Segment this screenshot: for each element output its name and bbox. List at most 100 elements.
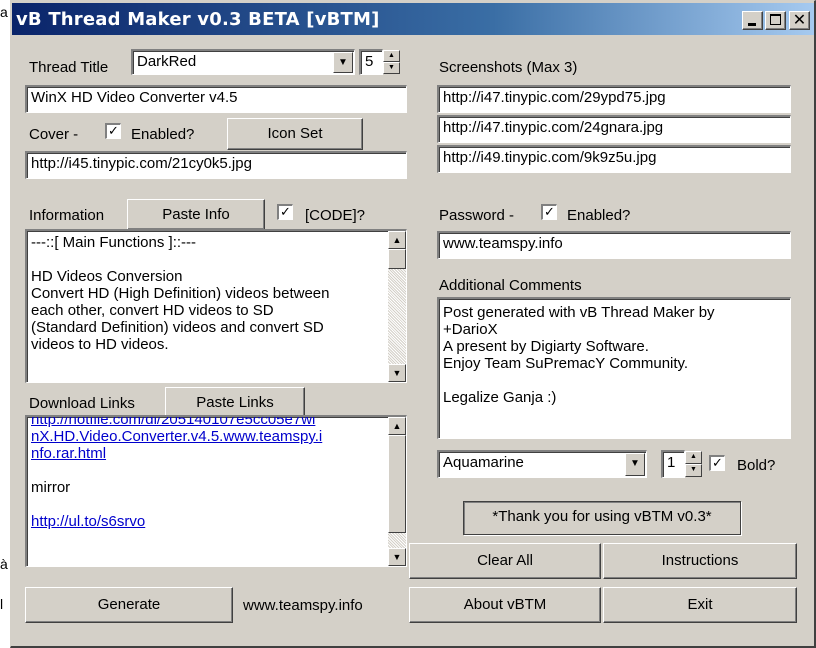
close-button[interactable]: ✕ [789,10,810,30]
checkmark-icon: ✓ [712,455,723,470]
cover-label: Cover - [29,126,79,143]
edge-text-middle: à [0,556,8,572]
edge-text-bottom: l [0,596,4,612]
cover-url-value: http://i45.tinypic.com/21cy0k5.jpg [31,155,252,172]
thread-title-label: Thread Title [29,59,109,76]
instructions-button[interactable]: Instructions [603,543,797,579]
information-textarea[interactable]: ---::[ Main Functions ]::--- HD Videos C… [25,229,407,383]
scroll-thumb[interactable] [388,249,406,269]
screenshot-url-value: http://i47.tinypic.com/29ypd75.jpg [443,89,666,106]
password-enabled-label: Enabled? [567,207,631,224]
bold-checkbox[interactable]: ✓ [709,455,725,471]
title-bar[interactable]: vB Thread Maker v0.3 BETA [vBTM] ✕ [12,3,814,35]
information-line: each other, convert HD videos to SD [31,302,274,319]
information-line: Convert HD (High Definition) videos betw… [31,285,330,302]
screenshot-url-input[interactable]: http://i47.tinypic.com/29ypd75.jpg [437,85,791,113]
information-label: Information [29,207,105,224]
scroll-down-icon[interactable]: ▼ [388,548,406,566]
close-icon: ✕ [792,10,807,29]
password-value: www.teamspy.info [443,235,563,252]
chevron-down-icon[interactable]: ▼ [625,453,645,476]
password-label: Password - [439,207,515,224]
password-input[interactable]: www.teamspy.info [437,231,791,259]
download-link-line[interactable]: nX.HD.Video.Converter.v4.5.www.teamspy.i [31,428,384,445]
screenshot-url-input[interactable]: http://i47.tinypic.com/24gnara.jpg [437,115,791,143]
comments-line: Enjoy Team SuPremacY Community. [443,355,689,372]
comments-line: A present by Digiarty Software. [443,338,649,355]
window-title: vB Thread Maker v0.3 BETA [vBTM] [16,9,380,30]
thanks-message: *Thank you for using vBTM v0.3* [463,501,741,535]
thread-color-value: DarkRed [137,53,197,70]
app-window: vB Thread Maker v0.3 BETA [vBTM] ✕ Threa… [10,0,816,648]
paste-links-button[interactable]: Paste Links [165,387,305,417]
download-link-line[interactable]: http://ul.to/s6srvo [31,513,384,530]
spin-down-icon[interactable]: ▼ [383,62,400,74]
download-line: mirror [31,479,71,496]
password-enabled-checkbox[interactable]: ✓ [541,204,557,220]
screenshots-label: Screenshots (Max 3) [439,59,578,76]
download-link-line[interactable]: http://hotfile.com/dl/205140107e5cc05e7w… [31,417,384,428]
style-size-field[interactable]: 1 [661,450,685,478]
download-links-label: Download Links [29,395,135,412]
minimize-icon [748,23,756,26]
comments-line: Legalize Ganja :) [443,389,557,406]
download-link-line[interactable]: nfo.rar.html [31,445,384,462]
maximize-icon [770,14,781,25]
information-scrollbar[interactable]: ▲ ▼ [388,231,406,382]
icon-set-button[interactable]: Icon Set [227,118,363,150]
download-line [31,496,384,513]
style-size-value: 1 [667,454,676,471]
checkmark-icon: ✓ [280,204,291,219]
style-size-spinner[interactable]: ▲ ▼ [685,451,702,477]
information-line: ---::[ Main Functions ]::--- [31,234,197,251]
clear-all-button[interactable]: Clear All [409,543,601,579]
download-scrollbar[interactable]: ▲ ▼ [388,417,406,566]
code-label: [CODE]? [305,207,366,224]
download-links-textarea[interactable]: http://hotfile.com/dl/205140107e5cc05e7w… [25,415,407,567]
thread-size-value: 5 [365,53,374,70]
comments-line: Post generated with vB Thread Maker by [443,304,715,321]
spin-down-icon[interactable]: ▼ [685,464,702,477]
thread-color-select[interactable]: DarkRed ▼ [131,49,355,75]
cover-enabled-label: Enabled? [131,126,195,143]
exit-button[interactable]: Exit [603,587,797,623]
checkmark-icon: ✓ [544,204,555,219]
screenshot-url-input[interactable]: http://i49.tinypic.com/9k9z5u.jpg [437,145,791,173]
screenshot-url-value: http://i47.tinypic.com/24gnara.jpg [443,119,664,136]
minimize-button[interactable] [742,11,763,30]
information-line [31,251,384,268]
generate-button[interactable]: Generate [25,587,233,623]
footer-site: www.teamspy.info [243,597,363,614]
thread-title-value: WinX HD Video Converter v4.5 [31,89,238,106]
thread-size-field[interactable]: 5 [359,49,383,75]
code-checkbox[interactable]: ✓ [277,204,293,220]
information-line: HD Videos Conversion [31,268,183,285]
information-line: videos to HD videos. [31,336,169,353]
bold-label: Bold? [737,457,776,474]
thread-size-spinner[interactable]: ▲ ▼ [383,50,400,74]
comments-label: Additional Comments [439,277,582,294]
cover-enabled-checkbox[interactable]: ✓ [105,123,121,139]
style-color-select[interactable]: Aquamarine ▼ [437,450,647,478]
style-color-value: Aquamarine [443,454,524,471]
edge-text-top: a [0,4,8,20]
checkmark-icon: ✓ [108,123,119,138]
scroll-up-icon[interactable]: ▲ [388,417,406,435]
cover-url-input[interactable]: http://i45.tinypic.com/21cy0k5.jpg [25,151,407,179]
comments-line: +DarioX [443,321,498,338]
maximize-button[interactable] [765,11,786,30]
scroll-thumb[interactable] [388,435,406,533]
information-line: (Standard Definition) videos and convert… [31,319,324,336]
about-button[interactable]: About vBTM [409,587,601,623]
thread-title-input[interactable]: WinX HD Video Converter v4.5 [25,85,407,113]
screenshot-url-value: http://i49.tinypic.com/9k9z5u.jpg [443,149,657,166]
paste-info-button[interactable]: Paste Info [127,199,265,230]
comments-textarea[interactable]: Post generated with vB Thread Maker by +… [437,297,791,439]
scroll-down-icon[interactable]: ▼ [388,364,406,382]
spin-up-icon[interactable]: ▲ [383,50,400,62]
scroll-up-icon[interactable]: ▲ [388,231,406,249]
chevron-down-icon[interactable]: ▼ [333,52,353,73]
spin-up-icon[interactable]: ▲ [685,451,702,464]
comments-line [443,372,786,389]
download-line [31,462,384,479]
